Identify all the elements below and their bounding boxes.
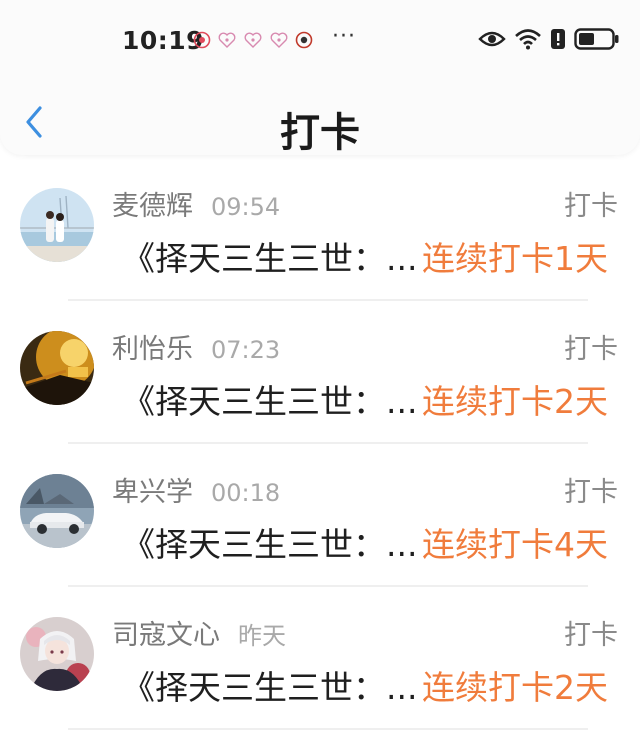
checkin-list: 麦德辉 09:54 打卡 《择天三生三世：... 连续打卡1天 利怡乐 07:23…	[0, 158, 640, 730]
heart-icon	[243, 31, 263, 49]
name-line: 司寇文心 昨天	[112, 613, 286, 651]
heart-icon	[269, 31, 289, 49]
user-name: 利怡乐	[112, 334, 193, 365]
list-item[interactable]: 利怡乐 07:23 打卡 《择天三生三世：... 连续打卡2天	[0, 301, 640, 444]
action-label: 打卡	[564, 191, 618, 222]
divider	[68, 728, 588, 730]
list-item[interactable]: 司寇文心 昨天 打卡 《择天三生三世：... 连续打卡2天	[0, 587, 640, 730]
user-name: 司寇文心	[112, 620, 220, 651]
message-line: 《择天三生三世：... 连续打卡1天	[122, 232, 622, 274]
book-title: 《择天三生三世：...	[122, 525, 418, 560]
status-time: 10:19	[122, 26, 205, 55]
action-label: 打卡	[564, 477, 618, 508]
list-item[interactable]: 卑兴学 00:18 打卡 《择天三生三世：... 连续打卡4天	[0, 444, 640, 587]
heart-icon	[217, 31, 237, 49]
book-title: 《择天三生三世：...	[122, 239, 418, 274]
message-line: 《择天三生三世：... 连续打卡2天	[122, 661, 622, 703]
app-notification-icon	[295, 31, 313, 49]
header: 10:19 ··· 打卡	[0, 0, 640, 156]
streak-text: 连续打卡1天	[422, 239, 608, 274]
action-label: 打卡	[564, 620, 618, 651]
book-title: 《择天三生三世：...	[122, 668, 418, 703]
more-notifications: ···	[332, 24, 356, 49]
streak-text: 连续打卡4天	[422, 525, 608, 560]
avatar	[20, 331, 94, 405]
name-line: 利怡乐 07:23	[112, 327, 281, 365]
streak-text: 连续打卡2天	[422, 668, 608, 703]
action-label: 打卡	[564, 334, 618, 365]
alert-icon	[550, 28, 566, 50]
streak-text: 连续打卡2天	[422, 382, 608, 417]
name-line: 卑兴学 00:18	[112, 470, 281, 508]
message-line: 《择天三生三世：... 连续打卡4天	[122, 518, 622, 560]
eye-icon	[478, 29, 506, 49]
status-bar: 10:19 ···	[0, 18, 640, 64]
wifi-icon	[514, 28, 542, 50]
message-line: 《择天三生三世：... 连续打卡2天	[122, 375, 622, 417]
user-name: 卑兴学	[112, 477, 193, 508]
avatar	[20, 474, 94, 548]
book-title: 《择天三生三世：...	[122, 382, 418, 417]
list-item[interactable]: 麦德辉 09:54 打卡 《择天三生三世：... 连续打卡1天	[0, 158, 640, 301]
avatar	[20, 617, 94, 691]
notification-icons	[193, 31, 313, 49]
battery-icon	[574, 28, 620, 50]
app-notification-icon	[193, 31, 211, 49]
page-title: 打卡	[280, 110, 360, 156]
checkin-time: 09:54	[211, 193, 281, 221]
checkin-time: 07:23	[211, 336, 281, 364]
checkin-time: 00:18	[211, 479, 281, 507]
name-line: 麦德辉 09:54	[112, 184, 281, 222]
system-icons	[478, 28, 620, 50]
avatar	[20, 188, 94, 262]
user-name: 麦德辉	[112, 191, 193, 222]
checkin-time: 昨天	[238, 622, 286, 650]
